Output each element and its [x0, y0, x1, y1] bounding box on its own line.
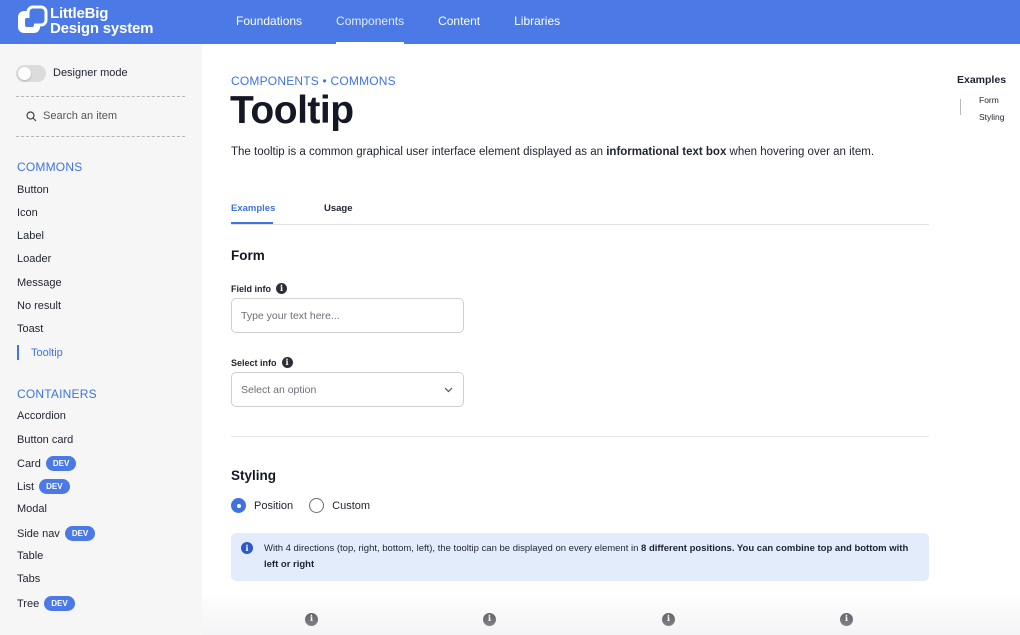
brand-line-1: LittleBig — [50, 5, 109, 22]
sidebar-item-no-result[interactable]: No result — [17, 300, 61, 312]
radio-custom-label[interactable]: Custom — [332, 500, 370, 512]
notice-text: With 4 directions (top, right, bottom, l… — [264, 543, 642, 554]
tooltip-demo-info-icon[interactable]: i — [305, 613, 318, 626]
dev-badge: DEV — [45, 456, 77, 471]
input-placeholder: Type your text here... — [241, 309, 340, 322]
section-heading-styling: Styling — [231, 468, 277, 483]
sidebar-item-loader[interactable]: Loader — [17, 253, 51, 265]
sidebar-item-message[interactable]: Message — [17, 277, 62, 289]
chevron-down-icon — [444, 387, 453, 392]
toc-item-styling[interactable]: Styling — [979, 112, 1005, 122]
intro-bold-text: informational text box — [606, 146, 727, 158]
tooltip-demo-info-icon[interactable]: i — [483, 613, 496, 626]
tooltip-demo-info-icon[interactable]: i — [840, 613, 853, 626]
designer-mode-label: Designer mode — [53, 67, 128, 79]
sidebar-item-button[interactable]: Button — [17, 184, 49, 196]
select-info-dropdown[interactable]: Select an option — [231, 372, 464, 407]
tab-examples[interactable]: Examples — [231, 203, 275, 214]
intro-text-end: when hovering over an item. — [726, 146, 875, 158]
sidebar-item-label: Side nav — [17, 527, 60, 540]
radio-position-label[interactable]: Position — [254, 500, 293, 512]
select-value: Select an option — [241, 383, 317, 396]
nav-components[interactable]: Components — [319, 0, 421, 44]
intro-text: The tooltip is a common graphical user i… — [231, 146, 607, 158]
field-info-label: Field info i — [231, 283, 287, 294]
sidebar-search[interactable]: Search an item — [26, 110, 117, 122]
sidebar-item-accordion[interactable]: Accordion — [17, 410, 66, 422]
select-info-label: Select info i — [231, 357, 293, 368]
sidebar-item-label: Tree — [17, 597, 40, 610]
sidebar-item-label: Card — [17, 457, 41, 470]
section-title-containers: CONTAINERS — [17, 387, 97, 401]
dev-badge: DEV — [44, 596, 75, 611]
top-navbar: LittleBig Design system Foundations Comp… — [0, 0, 1020, 44]
search-placeholder: Search an item — [43, 110, 117, 122]
active-tab-indicator — [231, 222, 273, 224]
nav-content[interactable]: Content — [421, 0, 497, 44]
sidebar-item-card[interactable]: Card DEV — [17, 456, 77, 471]
info-icon[interactable]: i — [276, 283, 287, 294]
sidebar-item-tree[interactable]: Tree DEV — [17, 596, 75, 611]
radio-position[interactable] — [231, 498, 246, 513]
content-tabs: Examples Usage — [231, 200, 929, 225]
main-nav: Foundations Components Content Libraries — [219, 0, 577, 44]
nav-libraries[interactable]: Libraries — [497, 0, 577, 44]
sidebar-item-side-nav[interactable]: Side nav DEV — [17, 526, 96, 541]
nav-foundations[interactable]: Foundations — [219, 0, 319, 44]
sidebar-divider — [16, 96, 185, 97]
sidebar-item-table[interactable]: Table — [17, 550, 43, 562]
sidebar: Designer mode Search an item COMMONS But… — [0, 44, 202, 635]
field-label-text: Field info — [231, 283, 271, 294]
littlebig-logo-icon[interactable] — [16, 5, 50, 39]
sidebar-item-icon[interactable]: Icon — [17, 207, 38, 219]
breadcrumb: COMPONENTS • COMMONS — [231, 74, 396, 88]
designer-mode-row: Designer mode — [16, 64, 128, 82]
field-info-input[interactable]: Type your text here... — [231, 298, 464, 333]
toc-title: Examples — [957, 74, 1007, 86]
dev-badge: DEV — [64, 526, 96, 541]
radio-custom[interactable] — [309, 498, 325, 513]
designer-mode-toggle[interactable] — [16, 64, 46, 82]
toc-item-form[interactable]: Form — [979, 95, 999, 105]
search-icon — [26, 110, 37, 121]
sidebar-item-tooltip[interactable]: Tooltip — [17, 345, 63, 360]
toc-indicator — [960, 99, 961, 115]
sidebar-item-list[interactable]: List DEV — [17, 479, 70, 494]
sidebar-item-button-card[interactable]: Button card — [17, 434, 73, 446]
sidebar-item-label: List — [17, 480, 35, 493]
toggle-knob — [18, 66, 31, 80]
page-intro: The tooltip is a common graphical user i… — [231, 146, 874, 158]
dev-badge: DEV — [39, 479, 70, 494]
styling-radio-group: Position Custom — [231, 498, 386, 513]
sidebar-item-label[interactable]: Label — [17, 230, 44, 242]
section-divider — [231, 436, 929, 437]
brand-name[interactable]: LittleBig Design system — [50, 6, 153, 36]
tab-usage[interactable]: Usage — [324, 203, 353, 214]
brand-line-2: Design system — [50, 20, 154, 37]
tooltip-demo-info-icon[interactable]: i — [662, 613, 675, 626]
bottom-fade — [202, 590, 1020, 635]
sidebar-item-toast[interactable]: Toast — [17, 323, 43, 335]
select-label-text: Select info — [231, 357, 277, 368]
info-icon: i — [241, 542, 253, 554]
section-title-commons: COMMONS — [17, 160, 83, 174]
page-title: Tooltip — [230, 89, 354, 132]
info-message: i With 4 directions (top, right, bottom,… — [231, 533, 929, 581]
sidebar-divider — [16, 136, 185, 137]
info-icon[interactable]: i — [281, 357, 293, 368]
sidebar-item-tabs[interactable]: Tabs — [17, 573, 40, 585]
sidebar-item-modal[interactable]: Modal — [17, 503, 47, 515]
section-heading-form: Form — [231, 248, 265, 263]
